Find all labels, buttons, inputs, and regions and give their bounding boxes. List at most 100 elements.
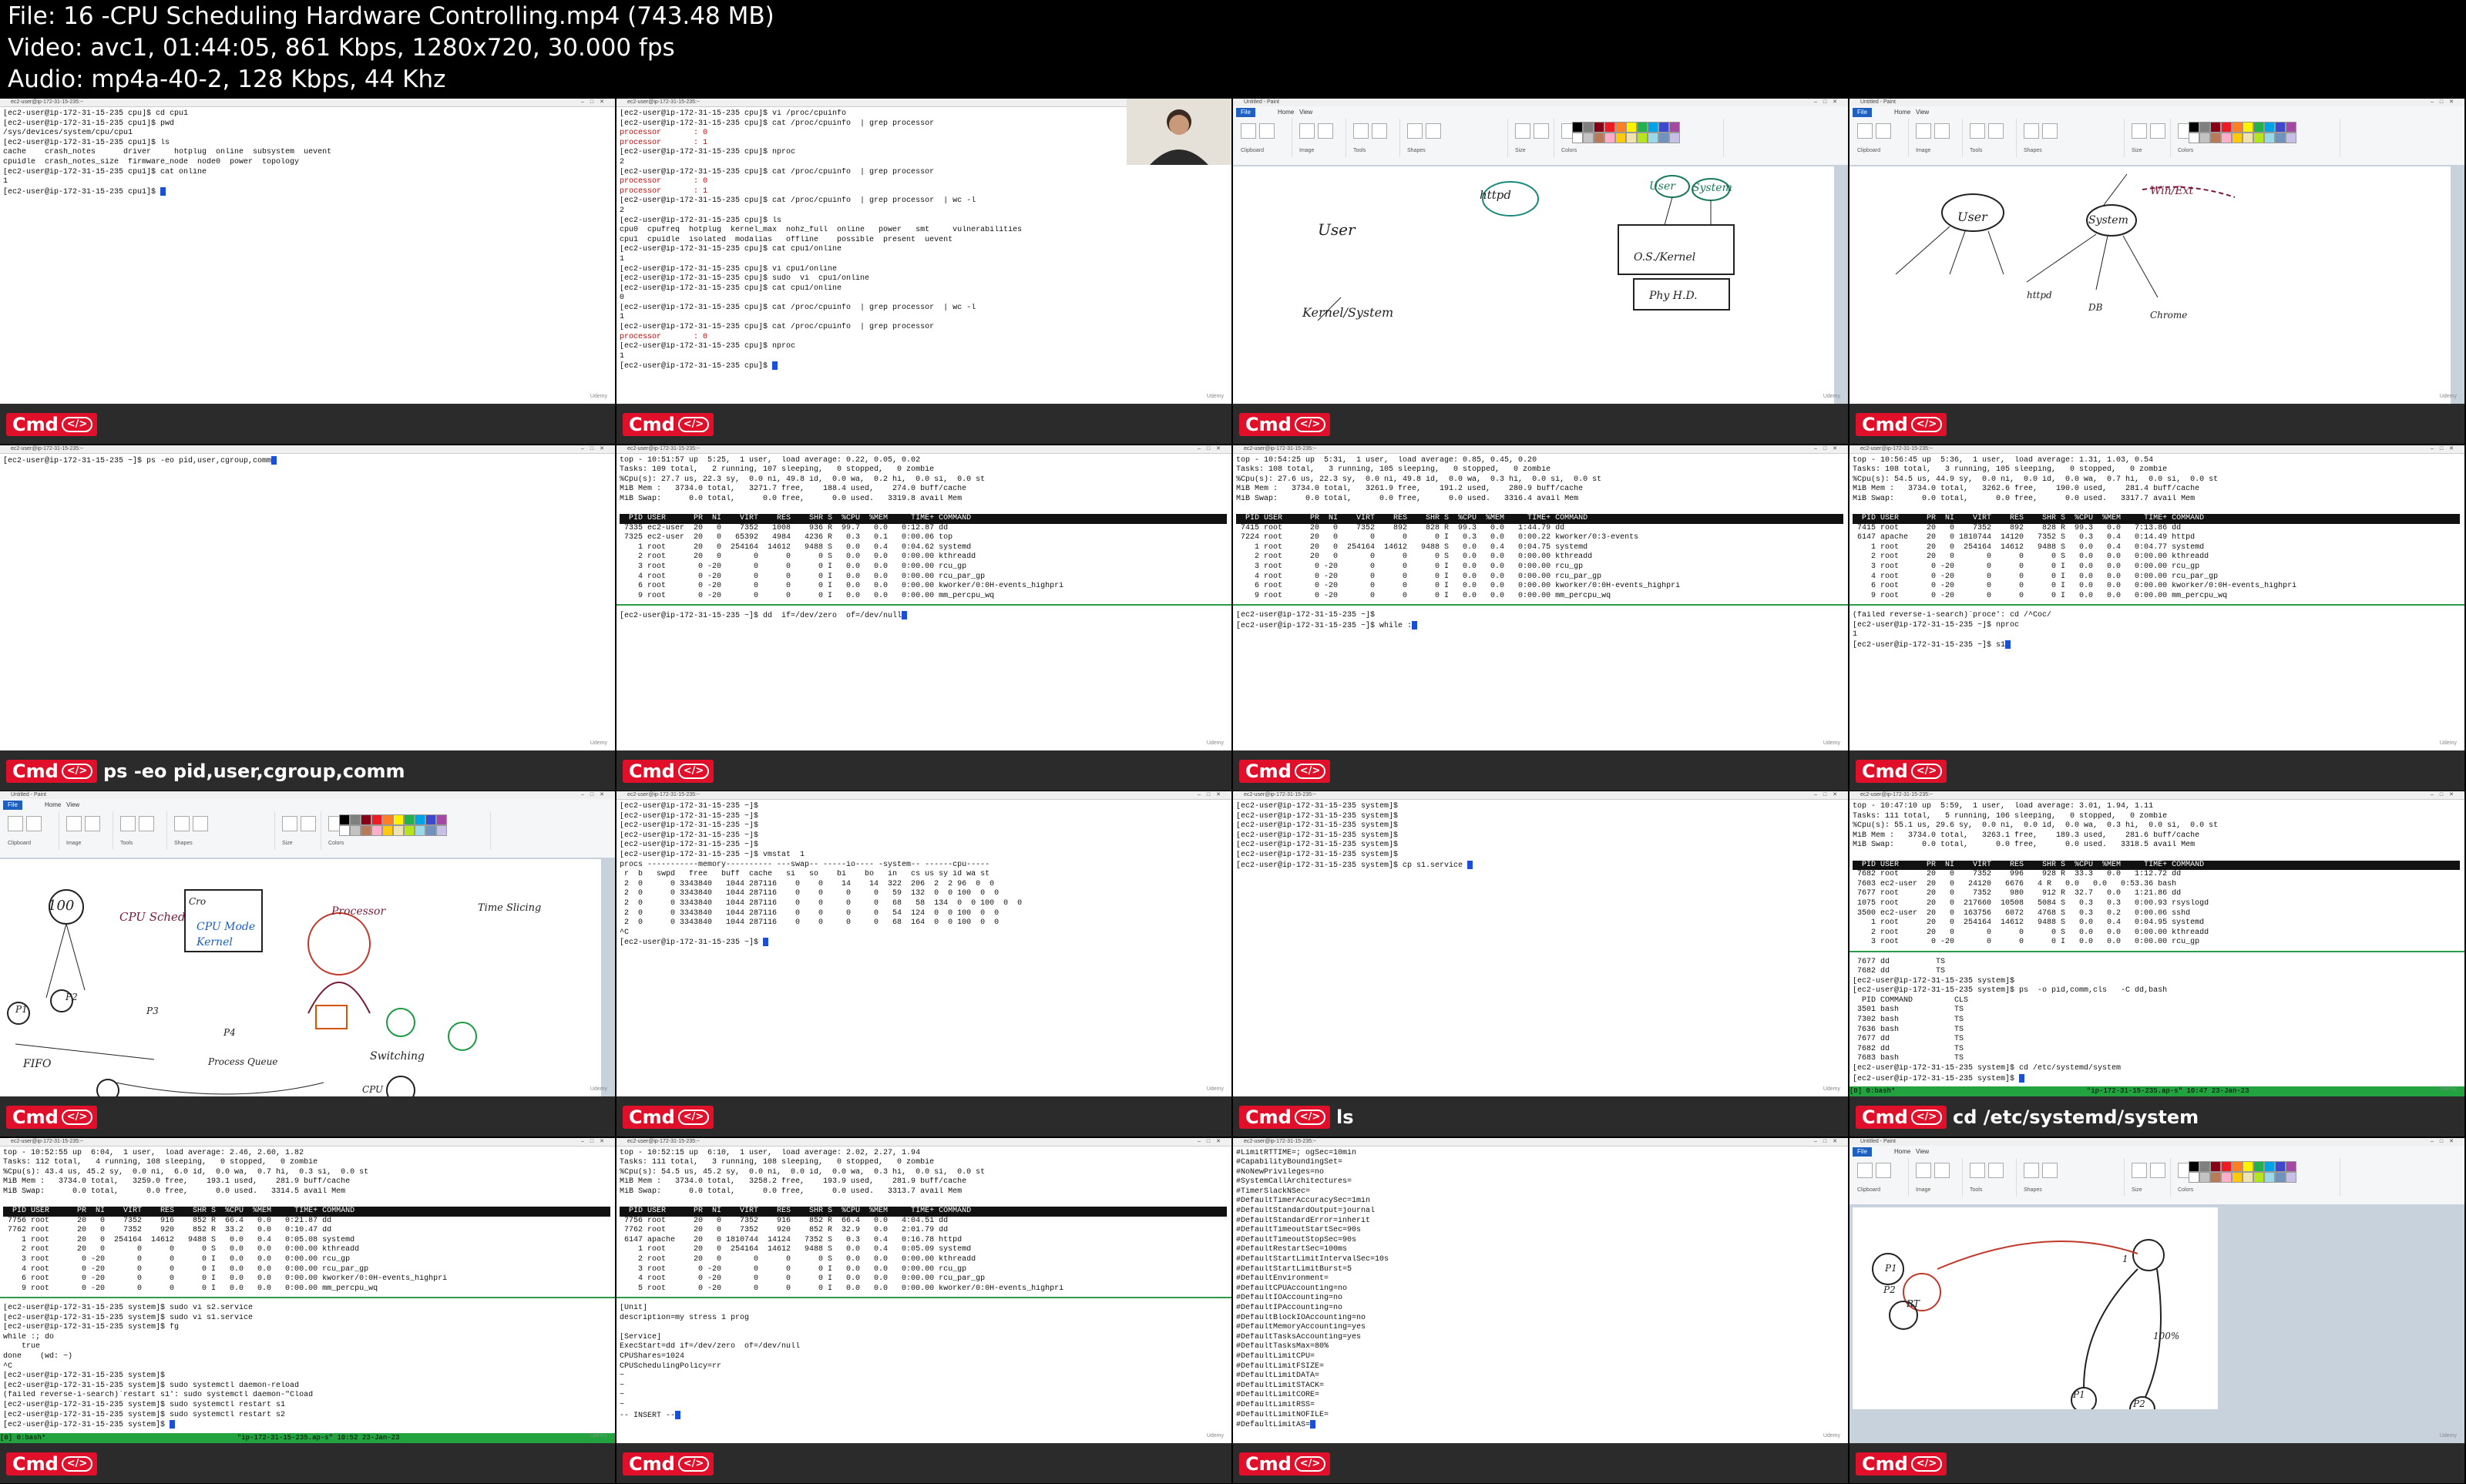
- clipboard-tool-icon[interactable]: [8, 816, 23, 831]
- video-frame-2[interactable]: ec2-user@ip-172-31-15-235:~–□✕[ec2-user@…: [616, 99, 1231, 444]
- color-swatch[interactable]: [1648, 133, 1658, 143]
- color-swatch[interactable]: [1572, 122, 1583, 133]
- color-swatch[interactable]: [2286, 1171, 2296, 1183]
- color-swatch[interactable]: [393, 814, 404, 825]
- image-option-icon[interactable]: [85, 816, 100, 831]
- image-tool-icon[interactable]: [1916, 1162, 1931, 1178]
- size-option-icon[interactable]: [301, 816, 316, 831]
- image-tool-icon[interactable]: [66, 816, 82, 831]
- color-swatch[interactable]: [1615, 133, 1626, 143]
- color-swatch[interactable]: [2286, 1160, 2296, 1172]
- color-swatch[interactable]: [1583, 122, 1594, 133]
- color-swatch[interactable]: [2264, 1171, 2275, 1183]
- clipboard-tool-icon[interactable]: [1857, 123, 1873, 139]
- paint-tab-view[interactable]: View: [1916, 108, 1929, 117]
- video-frame-14[interactable]: ec2-user@ip-172-31-15-235:~ –□✕ top - 10:5…: [616, 1137, 1231, 1483]
- image-option-icon[interactable]: [1934, 1162, 1950, 1178]
- terminal-output[interactable]: top - 10:56:45 up 5:36, 1 user, load ave…: [1853, 456, 2460, 650]
- color-swatch[interactable]: [1658, 133, 1669, 143]
- video-frame-1[interactable]: ec2-user@ip-172-31-15-235:~ –□✕ [ec2-user@…: [0, 99, 615, 444]
- video-frame-10[interactable]: ec2-user@ip-172-31-15-235:~ –□✕ [ec2-user@…: [616, 791, 1231, 1137]
- tools-option-icon[interactable]: [139, 816, 154, 831]
- color-swatch[interactable]: [2189, 1160, 2199, 1172]
- shapes-tool-icon[interactable]: [2024, 123, 2039, 139]
- video-frame-11[interactable]: ec2-user@ip-172-31-15-235:~ –□✕ [ec2-user@…: [1233, 791, 1848, 1137]
- shapes-tool-icon[interactable]: [2024, 1162, 2039, 1178]
- size-tool-icon[interactable]: [282, 816, 297, 831]
- color-swatch[interactable]: [2253, 1171, 2264, 1183]
- color-swatch[interactable]: [2264, 133, 2275, 143]
- terminal-output[interactable]: top - 10:47:10 up 5:59, 1 user, load ave…: [1853, 802, 2460, 1083]
- color-swatch[interactable]: [350, 814, 361, 825]
- color-swatch[interactable]: [2232, 133, 2243, 143]
- paint-tab-home[interactable]: Home: [45, 801, 61, 810]
- color-swatch[interactable]: [2221, 122, 2232, 133]
- paint-tab-file[interactable]: File: [1853, 108, 1872, 117]
- color-swatch[interactable]: [1604, 122, 1615, 133]
- window-controls[interactable]: –□✕: [1814, 445, 1843, 453]
- color-swatch[interactable]: [1572, 133, 1583, 143]
- color-swatch[interactable]: [2253, 122, 2264, 133]
- tools-option-icon[interactable]: [1988, 123, 2004, 139]
- window-controls[interactable]: –□✕: [581, 791, 610, 799]
- color-swatch[interactable]: [2221, 1160, 2232, 1172]
- video-frame-9[interactable]: Untitled - Paint –□✕ File Home View Clipboard…: [0, 791, 615, 1137]
- clipboard-option-icon[interactable]: [1876, 1162, 1891, 1178]
- window-controls[interactable]: –□✕: [1198, 791, 1227, 799]
- size-option-icon[interactable]: [1534, 123, 1549, 139]
- color-swatch[interactable]: [1669, 122, 1680, 133]
- terminal-output[interactable]: top - 10:52:15 up 6:10, 1 user, load ave…: [620, 1149, 1227, 1421]
- shapes-tool-icon[interactable]: [174, 816, 190, 831]
- color-swatch[interactable]: [393, 825, 404, 836]
- color-swatch[interactable]: [415, 814, 425, 825]
- color-swatch[interactable]: [1615, 122, 1626, 133]
- terminal-output[interactable]: [ec2-user@ip-172-31-15-235 system]$ [ec2-…: [1236, 802, 1843, 870]
- video-frame-15[interactable]: ec2-user@ip-172-31-15-235:~ –□✕ #LimitRTTI…: [1233, 1137, 1848, 1483]
- terminal-output[interactable]: top - 10:52:55 up 6:04, 1 user, load ave…: [3, 1149, 610, 1430]
- color-swatch[interactable]: [1583, 133, 1594, 143]
- video-frame-12[interactable]: ec2-user@ip-172-31-15-235:~ –□✕ top - 10:4…: [1850, 791, 2464, 1137]
- color-swatch[interactable]: [1594, 122, 1604, 133]
- shapes-option-icon[interactable]: [2042, 123, 2058, 139]
- color-swatch[interactable]: [2243, 1171, 2253, 1183]
- terminal-output[interactable]: [ec2-user@ip-172-31-15-235 cpu]$ cd cpu1…: [3, 109, 610, 196]
- color-swatch[interactable]: [371, 825, 382, 836]
- color-swatch[interactable]: [1637, 122, 1648, 133]
- window-controls[interactable]: –□✕: [1814, 99, 1843, 106]
- color-swatch[interactable]: [2232, 122, 2243, 133]
- color-swatch[interactable]: [361, 814, 371, 825]
- color-swatch[interactable]: [2253, 1160, 2264, 1172]
- color-swatch[interactable]: [361, 825, 371, 836]
- size-option-icon[interactable]: [2150, 123, 2165, 139]
- paint-canvas[interactable]: 100 CPU Sched CPU Mode Kernel Processor P1 P2 P…: [0, 859, 601, 1096]
- color-swatch[interactable]: [2232, 1160, 2243, 1172]
- paint-tab-view[interactable]: View: [1916, 1147, 1929, 1157]
- window-controls[interactable]: –□✕: [1198, 1138, 1227, 1146]
- image-tool-icon[interactable]: [1916, 123, 1931, 139]
- window-controls[interactable]: –□✕: [581, 445, 610, 453]
- color-swatch[interactable]: [2286, 133, 2296, 143]
- video-frame-16[interactable]: Untitled - Paint –□✕ File Home View Clipboard…: [1850, 1137, 2464, 1483]
- color-swatch[interactable]: [2199, 1171, 2210, 1183]
- paint-tab-home[interactable]: Home: [1278, 108, 1294, 117]
- shapes-option-icon[interactable]: [193, 816, 208, 831]
- color-swatch[interactable]: [1626, 133, 1637, 143]
- color-swatch[interactable]: [2221, 133, 2232, 143]
- color-swatch[interactable]: [404, 814, 415, 825]
- color-swatch[interactable]: [2199, 1160, 2210, 1172]
- paint-tab-view[interactable]: View: [66, 801, 79, 810]
- tools-tool-icon[interactable]: [1970, 1162, 1985, 1178]
- image-tool-icon[interactable]: [1299, 123, 1315, 139]
- color-swatch[interactable]: [2210, 133, 2221, 143]
- window-controls[interactable]: –□✕: [2431, 99, 2460, 106]
- color-swatch[interactable]: [2210, 122, 2221, 133]
- tools-option-icon[interactable]: [1988, 1162, 2004, 1178]
- color-swatch[interactable]: [425, 825, 436, 836]
- paint-tab-home[interactable]: Home: [1894, 1147, 1910, 1157]
- paint-tab-view[interactable]: View: [1299, 108, 1312, 117]
- color-swatch[interactable]: [339, 825, 350, 836]
- color-swatch[interactable]: [350, 825, 361, 836]
- window-controls[interactable]: –□✕: [581, 99, 610, 106]
- clipboard-tool-icon[interactable]: [1241, 123, 1256, 139]
- window-controls[interactable]: –□✕: [2431, 445, 2460, 453]
